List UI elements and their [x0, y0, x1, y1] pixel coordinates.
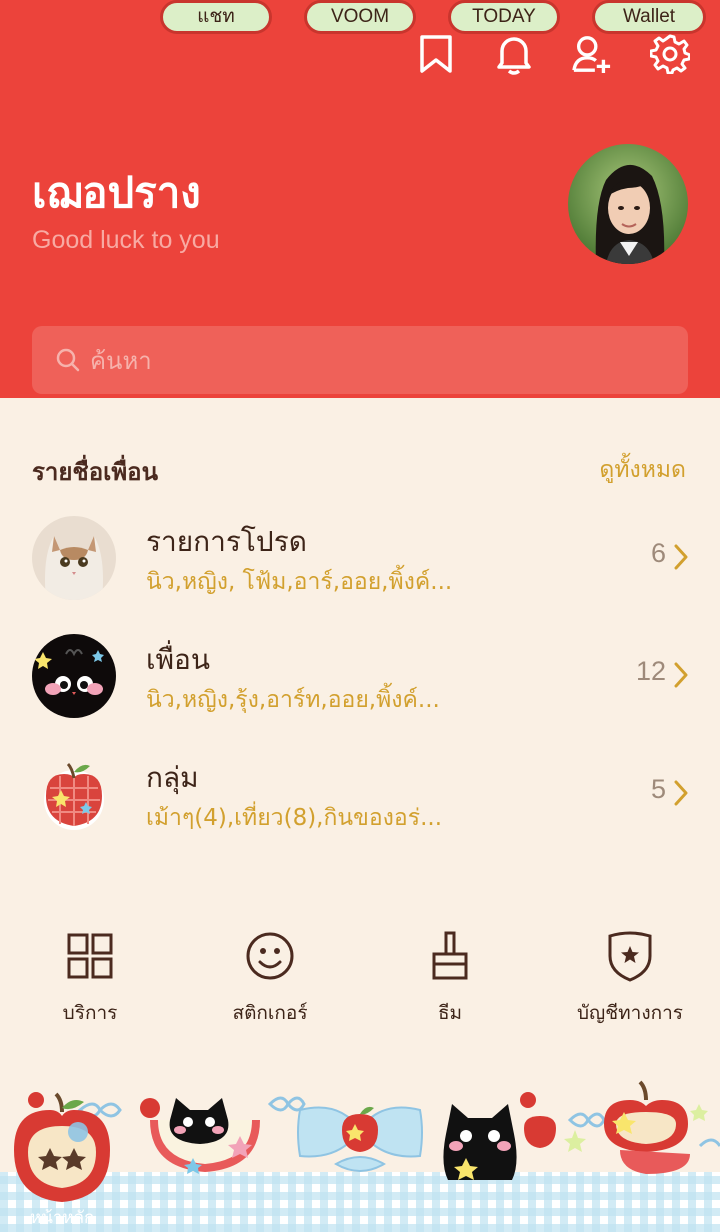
profile-status-message[interactable]: Good luck to you — [32, 226, 220, 255]
avatar[interactable] — [568, 144, 688, 264]
chevron-right-icon — [674, 780, 688, 806]
list-item-count: 5 — [650, 774, 666, 804]
menu-item-stickers[interactable]: สติกเกอร์ — [180, 926, 360, 1036]
friends-thumbnail — [32, 634, 116, 718]
list-item-members: นิว,หญิง,รุ้ง,อาร์ท,ออย,พิ้งค์... — [146, 687, 440, 713]
bookmark-icon[interactable] — [416, 30, 456, 78]
list-item-count: 6 — [650, 538, 666, 568]
list-item-friends[interactable]: เพื่อน นิว,หญิง,รุ้ง,อาร์ท,ออย,พิ้งค์...… — [0, 634, 720, 752]
menu-item-label: สติกเกอร์ — [232, 1002, 308, 1024]
grid-icon — [60, 926, 120, 986]
menu-item-label: บริการ — [62, 1002, 118, 1024]
tab-today[interactable]: TODAY — [448, 0, 560, 34]
menu-item-themes[interactable]: ธีม — [360, 926, 540, 1036]
friends-section-title: รายชื่อเพื่อน — [32, 458, 158, 486]
view-all-link[interactable]: ดูทั้งหมด — [599, 452, 686, 488]
list-item-count: 12 — [635, 656, 666, 686]
service-menu: บริการ สติกเกอร์ ธีม บัญชีทางการ — [0, 926, 720, 1036]
add-friend-icon[interactable] — [572, 30, 612, 78]
tab-chat[interactable]: แชท — [160, 0, 272, 34]
search-placeholder: ค้นหา — [90, 346, 152, 375]
brush-icon — [420, 926, 480, 986]
profile-name[interactable]: เฌอปราง — [32, 160, 201, 226]
smiley-icon — [240, 926, 300, 986]
header-toolbar — [416, 30, 690, 78]
list-item-title: กลุ่ม — [146, 761, 199, 794]
list-item-members: เม้าๆ(4),เที่ยว(8),กินของอร่... — [146, 805, 443, 831]
menu-item-official-accounts[interactable]: บัญชีทางการ — [540, 926, 720, 1036]
list-item-members: นิว,หญิง, โฟ้ม,อาร์,ออย,พิ้งค์... — [146, 569, 453, 595]
list-item-title: เพื่อน — [146, 643, 210, 676]
profile-header: เฌอปราง Good luck to you ค้นหา — [0, 0, 720, 398]
search-input[interactable]: ค้นหา — [32, 326, 688, 394]
tab-home[interactable]: หน้าหลัก — [30, 1204, 94, 1231]
list-item-groups[interactable]: กลุ่ม เม้าๆ(4),เที่ยว(8),กินของอร่... 5 — [0, 752, 720, 870]
chevron-right-icon — [674, 662, 688, 688]
gear-icon[interactable] — [650, 30, 690, 78]
list-item-favorites[interactable]: รายการโปรด นิว,หญิง, โฟ้ม,อาร์,ออย,พิ้งค… — [0, 516, 720, 634]
favorites-thumbnail — [32, 516, 116, 600]
search-icon — [56, 348, 80, 372]
groups-thumbnail — [32, 752, 116, 836]
shield-star-icon — [600, 926, 660, 986]
menu-item-services[interactable]: บริการ — [0, 926, 180, 1036]
theme-decoration — [0, 1080, 720, 1232]
tab-voom[interactable]: VOOM — [304, 0, 416, 34]
tab-wallet[interactable]: Wallet — [592, 0, 706, 34]
list-item-title: รายการโปรด — [146, 525, 307, 558]
chevron-right-icon — [674, 544, 688, 570]
menu-item-label: บัญชีทางการ — [577, 1002, 683, 1024]
bell-icon[interactable] — [494, 30, 534, 78]
menu-item-label: ธีม — [437, 1002, 463, 1024]
